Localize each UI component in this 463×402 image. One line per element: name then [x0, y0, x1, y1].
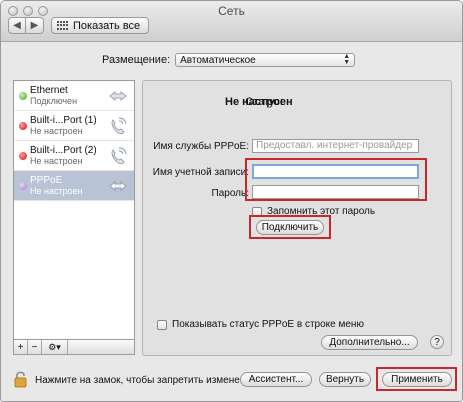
highlight-connect: [249, 215, 331, 239]
status-value: Не настроен: [225, 96, 293, 108]
assistant-button[interactable]: Ассистент...: [240, 372, 312, 387]
remove-service-button[interactable]: −: [28, 340, 42, 354]
status-dot-icon: [19, 152, 27, 160]
advanced-button[interactable]: Дополнительно...: [321, 335, 418, 350]
status-dot-icon: [19, 122, 27, 130]
forward-button[interactable]: ▶: [26, 17, 44, 34]
titlebar: Сеть ◀ ▶ Показать все: [1, 1, 462, 42]
nav-buttons: ◀ ▶: [8, 17, 44, 34]
service-item-builtin-port-2[interactable]: Built-i...Port (2) Не настроен: [14, 141, 134, 171]
service-name-label: Имя службы PPPoE:: [153, 141, 249, 152]
service-item-pppoe[interactable]: PPPoE Не настроен: [14, 171, 134, 201]
service-name-field[interactable]: Предоставл. интернет-провайдер: [252, 139, 419, 153]
location-select[interactable]: Автоматическое ▲ ▼: [175, 53, 356, 67]
help-button[interactable]: ?: [430, 335, 444, 349]
status-dot-icon: [19, 182, 27, 190]
ethernet-arrows-icon: [109, 181, 127, 191]
location-row: Размещение: Автоматическое ▲ ▼: [102, 53, 356, 67]
show-pppoe-status-checkbox[interactable]: Показывать статус PPPoE в строке меню: [157, 319, 364, 330]
sidebar-toolbar: + − ⚙▾: [13, 340, 135, 355]
grid-icon: [57, 20, 69, 31]
lock-text: Нажмите на замок, чтобы запретить измене…: [35, 375, 260, 386]
service-item-ethernet[interactable]: Ethernet Подключен: [14, 81, 134, 111]
revert-button[interactable]: Вернуть: [319, 372, 371, 387]
phone-icon: [111, 147, 127, 165]
service-detail-panel: Статус: Не настроен Имя службы PPPoE: Пр…: [142, 80, 452, 356]
gear-menu-button[interactable]: ⚙▾: [42, 340, 68, 354]
account-label: Имя учетной записи:: [152, 167, 249, 178]
phone-icon: [111, 117, 127, 135]
lock-icon[interactable]: [14, 370, 27, 388]
service-item-builtin-port-1[interactable]: Built-i...Port (1) Не настроен: [14, 111, 134, 141]
service-name-placeholder: Предоставл. интернет-провайдер: [256, 140, 413, 151]
highlight-apply: [376, 367, 457, 391]
show-pppoe-status-label: Показывать статус PPPoE в строке меню: [172, 319, 364, 330]
location-label: Размещение:: [102, 54, 171, 66]
highlight-credentials: [245, 158, 427, 201]
back-button[interactable]: ◀: [8, 17, 26, 34]
show-all-label: Показать все: [73, 19, 141, 32]
network-window: Сеть ◀ ▶ Показать все Размещение: Автома…: [0, 0, 463, 402]
checkbox-icon: [157, 319, 167, 330]
location-value: Автоматическое: [180, 54, 256, 66]
ethernet-arrows-icon: [109, 91, 127, 101]
window-title: Сеть: [218, 4, 245, 18]
show-all-button[interactable]: Показать все: [51, 17, 150, 34]
status-dot-icon: [19, 92, 27, 100]
service-list: Ethernet Подключен Built-i...Port (1) Не…: [13, 80, 135, 340]
add-service-button[interactable]: +: [14, 340, 28, 354]
select-arrows-icon: ▲ ▼: [343, 53, 351, 66]
password-label: Пароль:: [211, 188, 249, 199]
